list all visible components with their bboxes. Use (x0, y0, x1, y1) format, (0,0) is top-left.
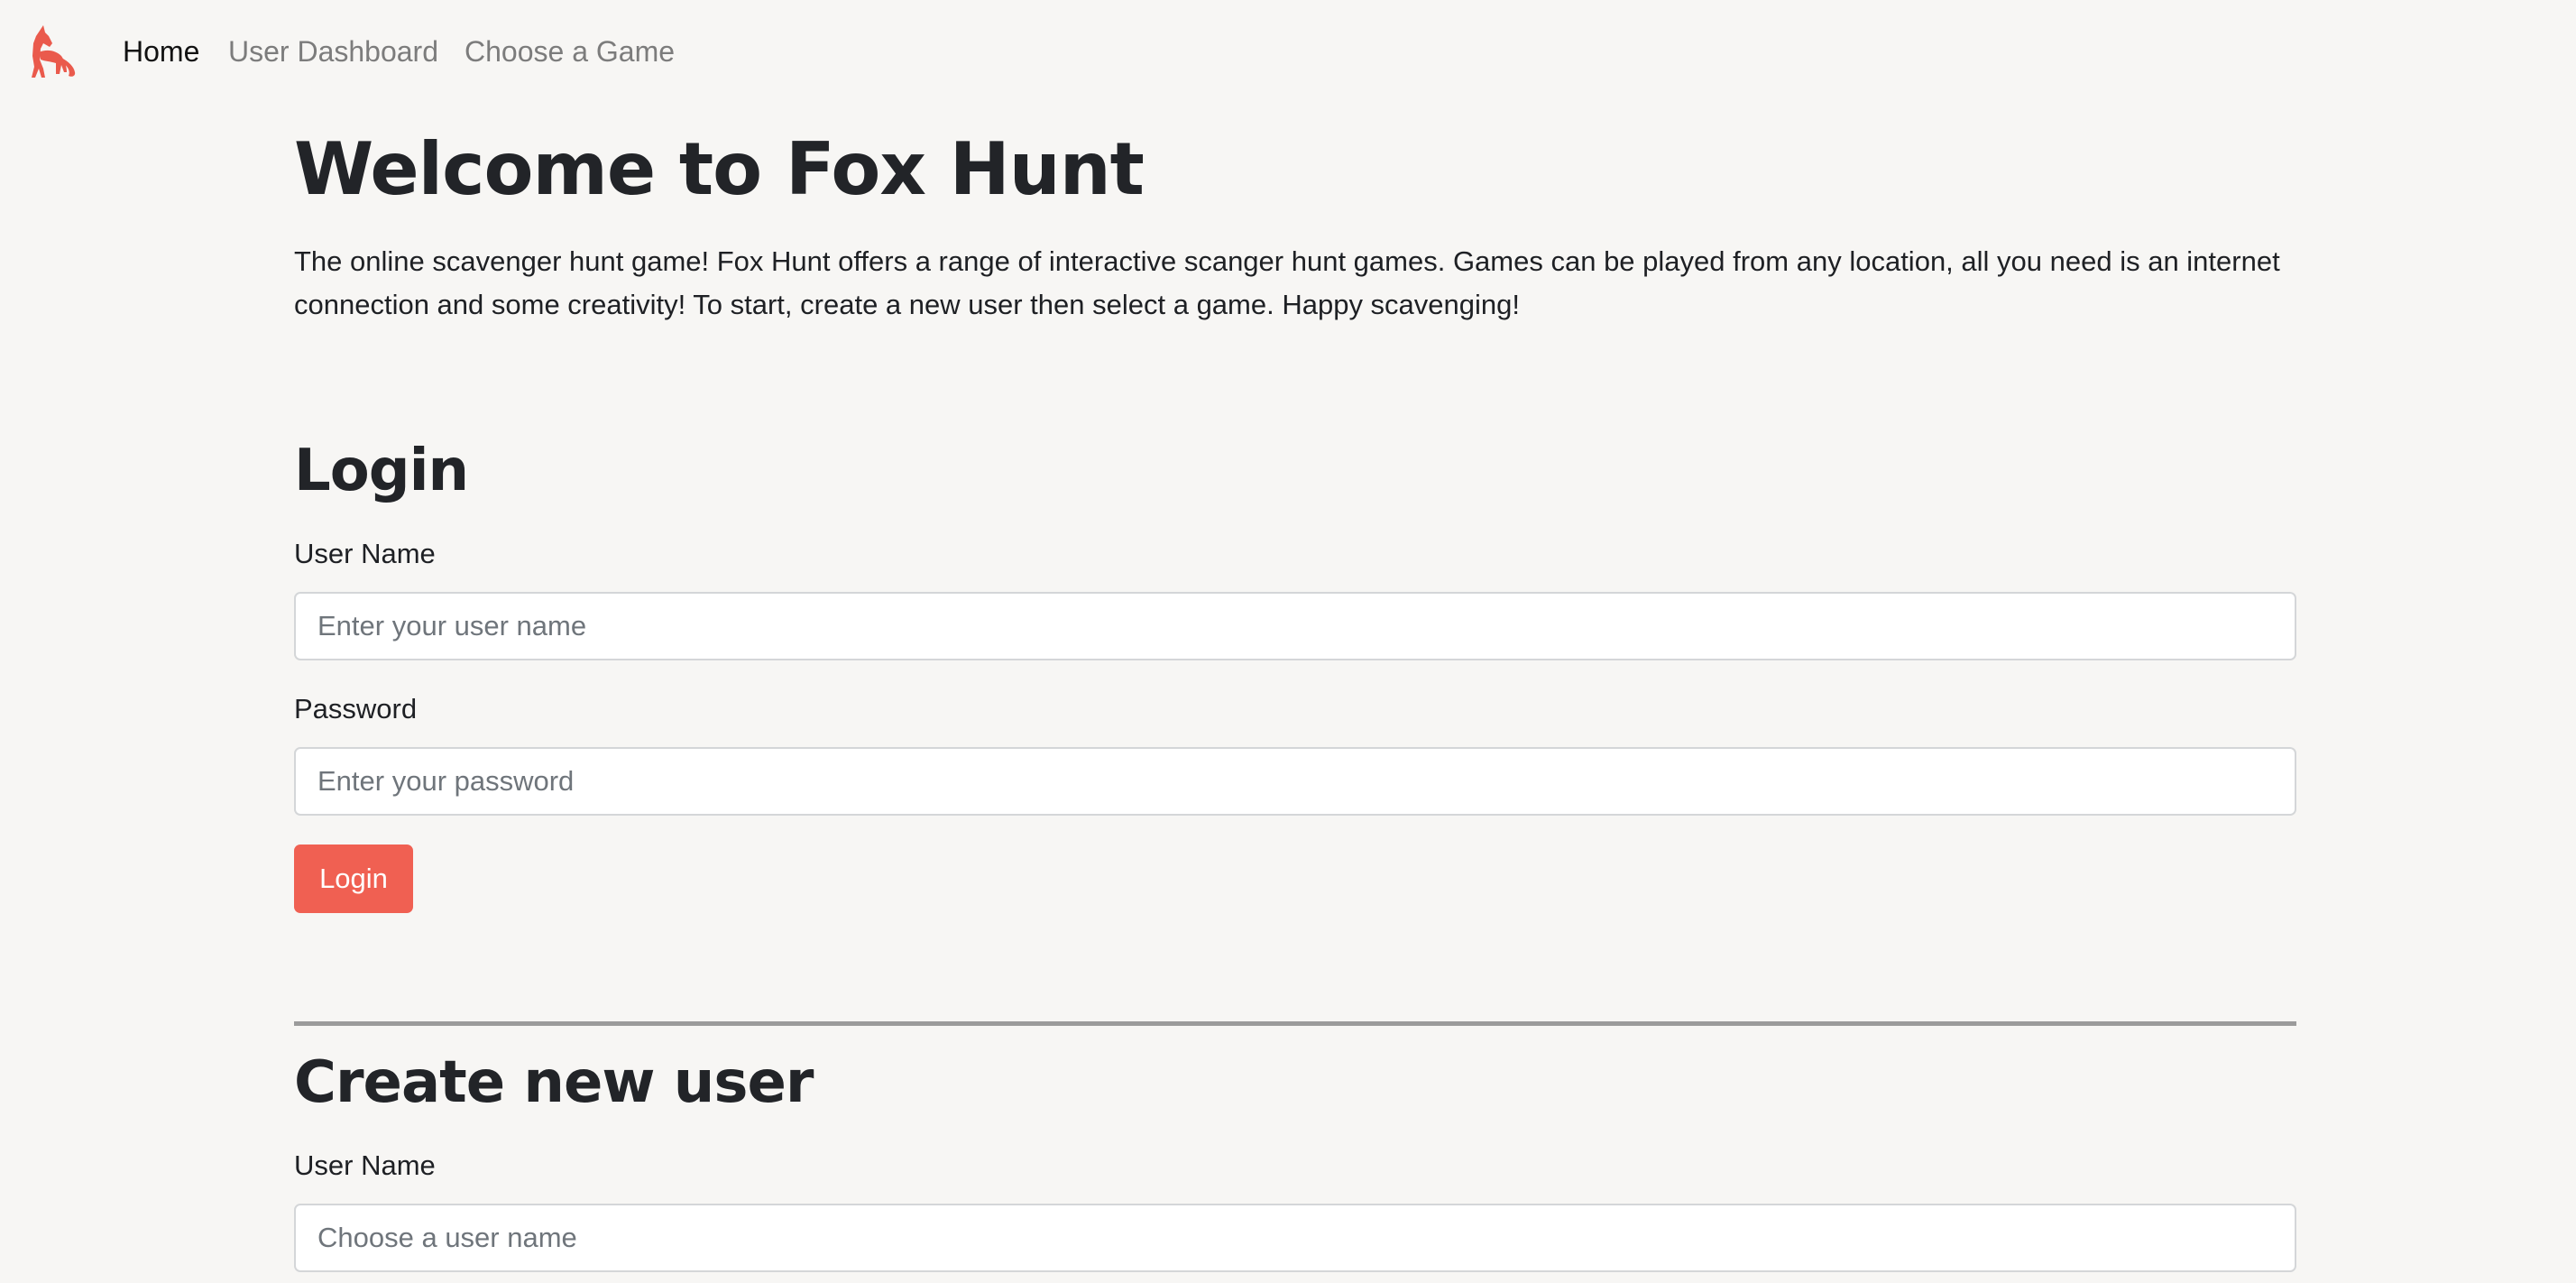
create-user-title: Create new user (294, 1049, 814, 1116)
intro-text: The online scavenger hunt game! Fox Hunt… (294, 245, 2280, 320)
login-username-label: User Name (294, 538, 436, 569)
create-username-input[interactable] (294, 1204, 2296, 1272)
page-title: Welcome to Fox Hunt (294, 127, 1145, 211)
navbar: Home User Dashboard Choose a Game (0, 0, 2576, 101)
login-password-label: Password (294, 693, 418, 725)
section-divider (294, 1021, 2296, 1026)
create-username-label: User Name (294, 1149, 436, 1181)
login-username-input[interactable] (294, 592, 2296, 660)
nav-link-home[interactable]: Home (123, 32, 199, 70)
fox-logo-icon[interactable] (25, 25, 78, 79)
login-title: Login (294, 438, 469, 504)
login-password-input[interactable] (294, 747, 2296, 816)
login-button[interactable]: Login (294, 845, 413, 913)
nav-link-choose-a-game[interactable]: Choose a Game (465, 32, 675, 70)
nav-link-user-dashboard[interactable]: User Dashboard (228, 32, 438, 70)
